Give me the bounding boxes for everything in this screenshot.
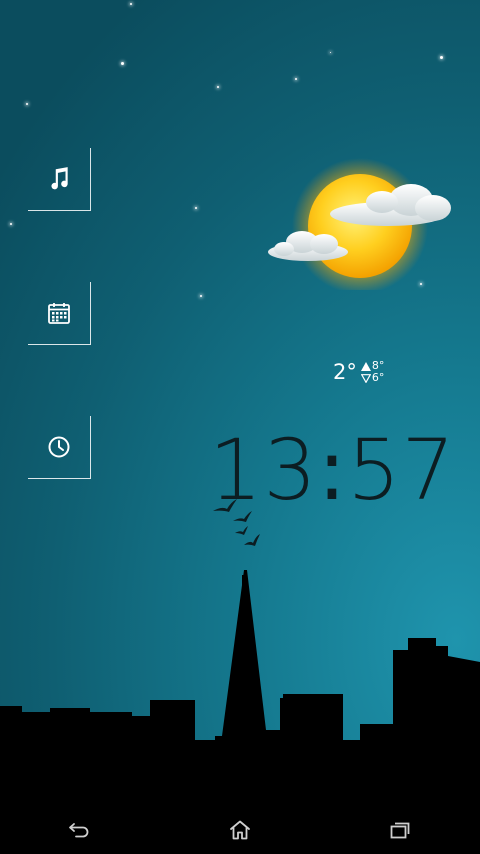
home-button[interactable]: [200, 810, 280, 850]
recent-apps-icon: [390, 822, 410, 839]
recent-apps-button[interactable]: [360, 810, 440, 850]
back-icon: [69, 823, 89, 838]
birds: [213, 499, 260, 546]
home-icon: [230, 820, 250, 840]
navigation-bar: [0, 806, 480, 854]
city-skyline-silhouette: [0, 499, 480, 854]
back-button[interactable]: [40, 810, 120, 850]
lock-screen: 2° 8° 6° 13:57: [0, 0, 480, 854]
